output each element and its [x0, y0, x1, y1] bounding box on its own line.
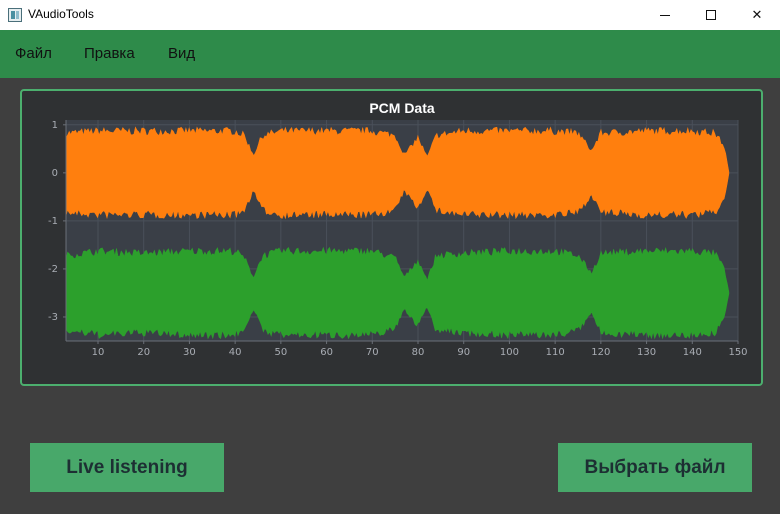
x-tick-label: 140 [683, 347, 702, 358]
menu-view[interactable]: Вид [168, 45, 195, 62]
y-tick-label: -2 [48, 264, 58, 275]
minimize-icon [660, 14, 670, 16]
x-tick-label: 50 [274, 347, 287, 358]
chart-title: PCM Data [369, 100, 435, 116]
y-tick-label: -3 [48, 312, 58, 323]
app-icon [8, 8, 22, 22]
x-tick-label: 120 [591, 347, 610, 358]
choose-file-button[interactable]: Выбрать файл [558, 443, 752, 492]
x-tick-label: 80 [412, 347, 425, 358]
x-tick-label: 10 [92, 347, 105, 358]
x-tick-label: 60 [320, 347, 333, 358]
pcm-chart-panel: 10 20 30 40 50 60 70 80 90 100 110 120 130 140 150 1 0 -1… [20, 89, 763, 386]
x-tick-label: 130 [637, 347, 656, 358]
y-tick-label: 1 [52, 120, 58, 131]
x-tick-label: 40 [229, 347, 242, 358]
title-bar: VAudioTools ✕ [0, 0, 780, 30]
x-tick-label: 30 [183, 347, 196, 358]
close-icon: ✕ [751, 7, 763, 23]
maximize-button[interactable] [688, 0, 734, 30]
menu-edit[interactable]: Правка [84, 45, 135, 62]
y-tick-label: 0 [52, 168, 58, 179]
x-tick-label: 110 [546, 347, 565, 358]
minimize-button[interactable] [642, 0, 688, 30]
x-tick-label: 100 [500, 347, 519, 358]
x-tick-label: 90 [457, 347, 470, 358]
x-tick-label: 150 [728, 347, 747, 358]
menu-file[interactable]: Файл [15, 45, 52, 62]
x-tick-label: 70 [366, 347, 379, 358]
window-title: VAudioTools [28, 7, 94, 21]
pcm-chart: 10 20 30 40 50 60 70 80 90 100 110 120 130 140 15010-1… [48, 100, 748, 358]
maximize-icon [706, 10, 716, 20]
y-tick-label: -1 [48, 216, 58, 227]
close-button[interactable]: ✕ [734, 0, 780, 30]
x-tick-label: 20 [137, 347, 150, 358]
menu-bar: Файл Правка Вид [0, 30, 780, 78]
live-listening-button[interactable]: Live listening [30, 443, 224, 492]
